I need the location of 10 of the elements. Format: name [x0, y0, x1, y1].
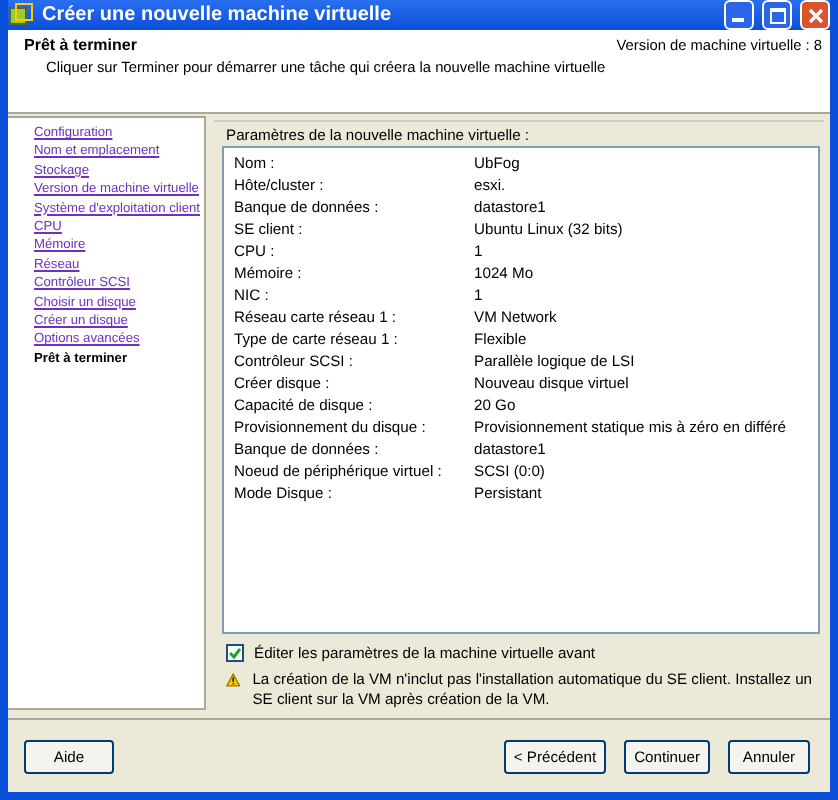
window-title: Créer une nouvelle machine virtuelle	[42, 4, 394, 26]
maximize-icon	[769, 7, 785, 23]
close-icon	[807, 7, 823, 23]
app-icon	[8, 2, 34, 28]
maximize-button[interactable]	[762, 0, 792, 30]
minimize-button[interactable]	[724, 0, 754, 30]
warning-icon	[226, 670, 241, 690]
close-button[interactable]	[800, 0, 830, 30]
page-title: Prêt à terminer	[24, 36, 139, 54]
edit-checkbox[interactable]	[226, 644, 244, 662]
